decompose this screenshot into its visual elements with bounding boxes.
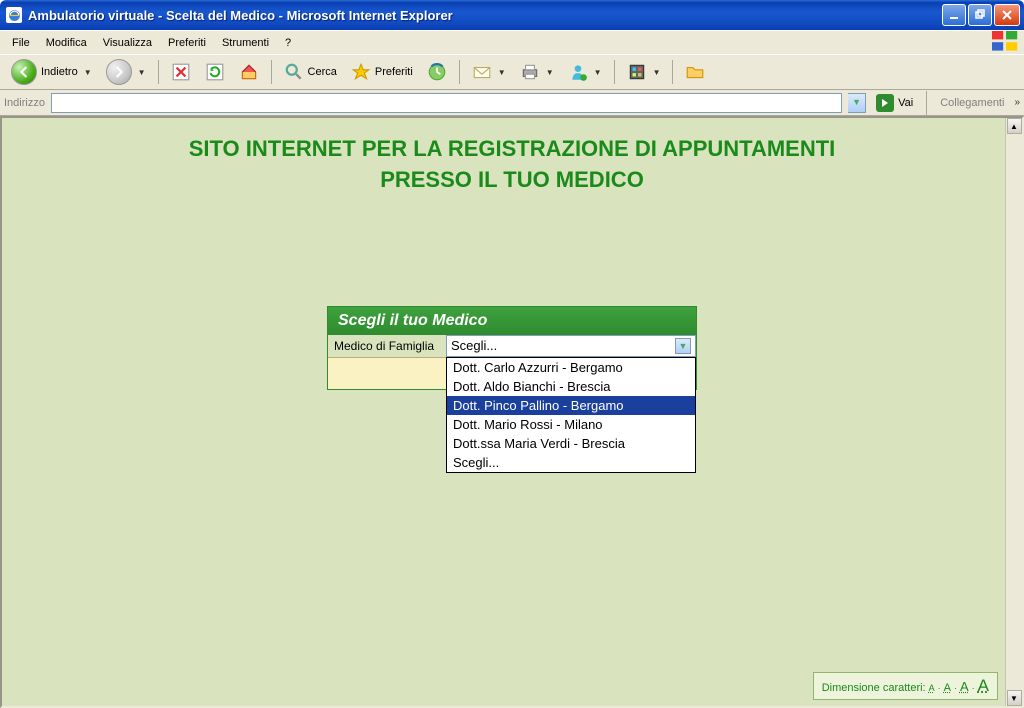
form-area: Scegli il tuo Medico Medico di Famiglia …: [42, 306, 982, 390]
select-display[interactable]: Scegli... ▼: [446, 335, 696, 357]
chevron-down-icon: ▼: [653, 68, 661, 77]
history-button[interactable]: [422, 59, 452, 85]
font-size-m[interactable]: A: [960, 679, 969, 694]
address-label: Indirizzo: [4, 97, 45, 109]
stop-button[interactable]: [166, 59, 196, 85]
mail-button[interactable]: ▼: [467, 59, 511, 85]
address-bar: Indirizzo ▼ Vai Collegamenti »: [0, 90, 1024, 116]
restore-button[interactable]: [968, 4, 992, 26]
tool-button-1[interactable]: ▼: [622, 59, 666, 85]
stop-icon: [171, 62, 191, 82]
windows-flag-icon: [992, 33, 1020, 53]
chevron-down-icon: ▼: [498, 68, 506, 77]
titlebar: Ambulatorio virtuale - Scelta del Medico…: [0, 0, 1024, 30]
field-label: Medico di Famiglia: [328, 335, 446, 357]
menubar: File Modifica Visualizza Preferiti Strum…: [0, 30, 1024, 54]
menu-help[interactable]: ?: [277, 34, 299, 52]
scroll-up-button[interactable]: ▲: [1007, 118, 1022, 134]
refresh-button[interactable]: [200, 59, 230, 85]
toolbar: Indietro ▼ ▼ Cerca Preferiti ▼ ▼ ▼ ▼: [0, 54, 1024, 90]
tool-button-2[interactable]: [680, 59, 710, 85]
menu-visualizza[interactable]: Visualizza: [95, 34, 160, 52]
links-label[interactable]: Collegamenti: [936, 97, 1008, 109]
scrollbar-vertical[interactable]: ▲ ▼: [1005, 118, 1022, 706]
font-size-l[interactable]: A: [978, 676, 989, 696]
home-button[interactable]: [234, 59, 264, 85]
back-button[interactable]: Indietro ▼: [6, 56, 97, 88]
chevron-right-icon[interactable]: »: [1014, 97, 1020, 108]
select-option[interactable]: Dott.ssa Maria Verdi - Brescia: [447, 434, 695, 453]
separator: [614, 60, 615, 84]
select-option[interactable]: Scegli...: [447, 453, 695, 472]
window-buttons: [940, 4, 1024, 26]
menu-file[interactable]: File: [4, 34, 38, 52]
separator: [672, 60, 673, 84]
page-body: SITO INTERNET PER LA REGISTRAZIONE DI AP…: [2, 118, 1022, 478]
choose-doctor-panel: Scegli il tuo Medico Medico di Famiglia …: [327, 306, 697, 390]
minimize-button[interactable]: [942, 4, 966, 26]
page-content: ▲ ▼ SITO INTERNET PER LA REGISTRAZIONE D…: [0, 116, 1024, 708]
font-size-label: Dimensione caratteri:: [822, 682, 926, 694]
page-heading: SITO INTERNET PER LA REGISTRAZIONE DI AP…: [42, 134, 982, 196]
forward-icon: [106, 59, 132, 85]
chevron-down-icon: ▼: [84, 68, 92, 77]
close-button[interactable]: [994, 4, 1020, 26]
favorites-button[interactable]: Preferiti: [346, 59, 418, 85]
select-option[interactable]: Dott. Carlo Azzurri - Bergamo: [447, 358, 695, 377]
browser-window: Ambulatorio virtuale - Scelta del Medico…: [0, 0, 1024, 708]
grid-icon: [627, 62, 647, 82]
folder-icon: [685, 62, 705, 82]
address-input[interactable]: [51, 93, 842, 113]
select-option-selected[interactable]: Dott. Pinco Pallino - Bergamo: [447, 396, 695, 415]
doctor-select[interactable]: Scegli... ▼ Dott. Carlo Azzurri - Bergam…: [446, 335, 696, 357]
messenger-button[interactable]: ▼: [563, 59, 607, 85]
panel-title: Scegli il tuo Medico: [328, 307, 696, 335]
separator: [459, 60, 460, 84]
mail-icon: [472, 62, 492, 82]
star-icon: [351, 62, 371, 82]
refresh-icon: [205, 62, 225, 82]
chevron-down-icon: ▼: [138, 68, 146, 77]
chevron-down-icon: ▼: [546, 68, 554, 77]
separator: [926, 91, 927, 115]
select-option[interactable]: Dott. Aldo Bianchi - Brescia: [447, 377, 695, 396]
separator: [271, 60, 272, 84]
go-button[interactable]: Vai: [872, 92, 917, 114]
select-options-list: Dott. Carlo Azzurri - Bergamo Dott. Aldo…: [446, 357, 696, 473]
address-dropdown[interactable]: ▼: [848, 93, 866, 113]
home-icon: [239, 62, 259, 82]
ie-icon: [6, 7, 22, 23]
forward-button[interactable]: ▼: [101, 56, 151, 88]
select-option[interactable]: Dott. Mario Rossi - Milano: [447, 415, 695, 434]
search-icon: [284, 62, 304, 82]
search-button[interactable]: Cerca: [279, 59, 342, 85]
print-button[interactable]: ▼: [515, 59, 559, 85]
font-size-xs[interactable]: A: [929, 683, 935, 693]
chevron-down-icon: ▼: [675, 338, 691, 354]
messenger-icon: [568, 62, 588, 82]
menu-modifica[interactable]: Modifica: [38, 34, 95, 52]
scroll-down-button[interactable]: ▼: [1007, 690, 1022, 706]
separator: [158, 60, 159, 84]
font-size-s[interactable]: A: [944, 682, 951, 694]
menu-preferiti[interactable]: Preferiti: [160, 34, 214, 52]
go-icon: [876, 94, 894, 112]
history-icon: [427, 62, 447, 82]
panel-row: Medico di Famiglia Scegli... ▼ Dott. Car…: [328, 335, 696, 357]
window-title: Ambulatorio virtuale - Scelta del Medico…: [28, 8, 940, 23]
print-icon: [520, 62, 540, 82]
back-icon: [11, 59, 37, 85]
menu-strumenti[interactable]: Strumenti: [214, 34, 277, 52]
chevron-down-icon: ▼: [594, 68, 602, 77]
font-size-box: Dimensione caratteri: A· A· A· A: [813, 672, 998, 700]
